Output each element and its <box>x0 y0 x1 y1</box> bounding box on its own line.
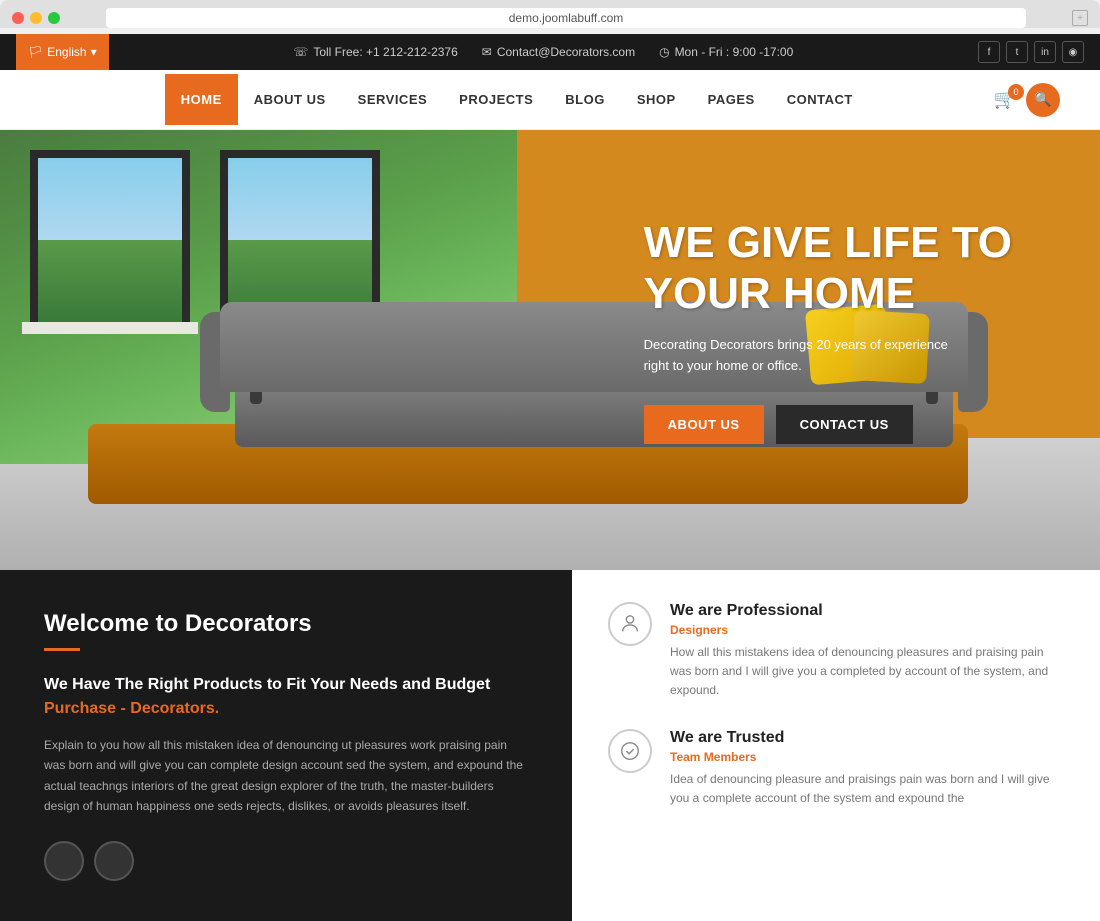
email-icon: ✉ <box>482 45 492 59</box>
windowsill-1 <box>22 322 198 334</box>
feature-trusted-content: We are Trusted Team Members Idea of deno… <box>670 729 1064 808</box>
nav-blog[interactable]: BLOG <box>549 74 621 125</box>
hero-subtitle: Decorating Decorators brings 20 years of… <box>644 335 964 377</box>
welcome-title: Welcome to Decorators <box>44 610 528 638</box>
search-button[interactable]: 🔍 <box>1026 83 1060 117</box>
flag-icon: 🏳 <box>28 45 43 59</box>
facebook-icon[interactable]: f <box>978 41 1000 63</box>
close-dot[interactable] <box>12 12 24 24</box>
language-button[interactable]: 🏳 English ▾ <box>16 34 109 70</box>
features-panel: We are Professional Designers How all th… <box>572 570 1100 921</box>
window-frame-1 <box>30 150 190 330</box>
hours-info: ◷ Mon - Fri : 9:00 -17:00 <box>659 45 793 59</box>
welcome-panel: Welcome to Decorators We Have The Right … <box>0 570 572 921</box>
social-icons: f t in ◉ <box>978 41 1084 63</box>
about-us-button[interactable]: ABOUT US <box>644 405 764 444</box>
feature-professional-title: We are Professional <box>670 602 1064 620</box>
browser-controls: demo.joomlabuff.com + <box>12 8 1088 28</box>
orange-divider <box>44 648 80 651</box>
cart-button[interactable]: 🛒 0 <box>994 89 1016 110</box>
feature-professional-tag: Designers <box>670 623 1064 637</box>
nav-links: HOME ABOUT US SERVICES PROJECTS BLOG SHO… <box>40 74 994 125</box>
lower-section: Welcome to Decorators We Have The Right … <box>0 570 1100 921</box>
minimize-dot[interactable] <box>30 12 42 24</box>
feature-trusted-tag: Team Members <box>670 750 1064 764</box>
navigation-bar: HOME ABOUT US SERVICES PROJECTS BLOG SHO… <box>0 70 1100 130</box>
expand-icon[interactable]: + <box>1072 10 1088 26</box>
signature-area <box>44 841 528 881</box>
feature-trusted-desc: Idea of denouncing pleasure and praising… <box>670 770 1064 808</box>
search-icon: 🔍 <box>1034 91 1051 108</box>
instagram-icon[interactable]: ◉ <box>1062 41 1084 63</box>
nav-services[interactable]: SERVICES <box>342 74 444 125</box>
lang-label: English <box>47 45 86 59</box>
welcome-body: Explain to you how all this mistaken ide… <box>44 735 528 817</box>
twitter-icon[interactable]: t <box>1006 41 1028 63</box>
top-bar-info: ☏ Toll Free: +1 212-212-2376 ✉ Contact@D… <box>109 45 978 59</box>
welcome-subtitle: We Have The Right Products to Fit Your N… <box>44 673 528 721</box>
phone-info: ☏ Toll Free: +1 212-212-2376 <box>293 45 457 59</box>
browser-chrome: demo.joomlabuff.com + <box>0 0 1100 28</box>
address-bar[interactable]: demo.joomlabuff.com <box>106 8 1026 28</box>
phone-text: Toll Free: +1 212-212-2376 <box>313 45 457 59</box>
nav-about-us[interactable]: ABOUT US <box>238 74 342 125</box>
sofa-leg-1 <box>250 392 262 404</box>
linkedin-icon[interactable]: in <box>1034 41 1056 63</box>
phone-icon: ☏ <box>293 45 308 59</box>
feature-professional-desc: How all this mistakens idea of denouncin… <box>670 643 1064 701</box>
feature-trusted: We are Trusted Team Members Idea of deno… <box>608 729 1064 808</box>
nav-projects[interactable]: PROJECTS <box>443 74 549 125</box>
person-icon <box>608 602 652 646</box>
nav-actions: 🛒 0 🔍 <box>994 83 1060 117</box>
top-bar: 🏳 English ▾ ☏ Toll Free: +1 212-212-2376… <box>0 34 1100 70</box>
feature-trusted-title: We are Trusted <box>670 729 1064 747</box>
contact-us-button[interactable]: CONTACT US <box>776 405 913 444</box>
hero-buttons: ABOUT US CONTACT US <box>644 405 1012 444</box>
hero-content: WE GIVE LIFE TO YOUR HOME Decorating Dec… <box>644 218 1012 444</box>
maximize-dot[interactable] <box>48 12 60 24</box>
email-text: Contact@Decorators.com <box>497 45 635 59</box>
hero-section: WE GIVE LIFE TO YOUR HOME Decorating Dec… <box>0 130 1100 570</box>
chevron-down-icon: ▾ <box>91 45 97 59</box>
hero-title: WE GIVE LIFE TO YOUR HOME <box>644 218 1012 319</box>
nav-pages[interactable]: PAGES <box>692 74 771 125</box>
feature-professional: We are Professional Designers How all th… <box>608 602 1064 701</box>
hours-text: Mon - Fri : 9:00 -17:00 <box>675 45 794 59</box>
email-info: ✉ Contact@Decorators.com <box>482 45 635 59</box>
signature-avatar-1 <box>44 841 84 881</box>
nav-shop[interactable]: SHOP <box>621 74 692 125</box>
check-icon <box>608 729 652 773</box>
clock-icon: ◷ <box>659 45 669 59</box>
signature-avatar-2 <box>94 841 134 881</box>
feature-professional-content: We are Professional Designers How all th… <box>670 602 1064 701</box>
nav-home[interactable]: HOME <box>165 74 238 125</box>
cart-badge: 0 <box>1008 84 1024 100</box>
nav-contact[interactable]: CONTACT <box>771 74 869 125</box>
